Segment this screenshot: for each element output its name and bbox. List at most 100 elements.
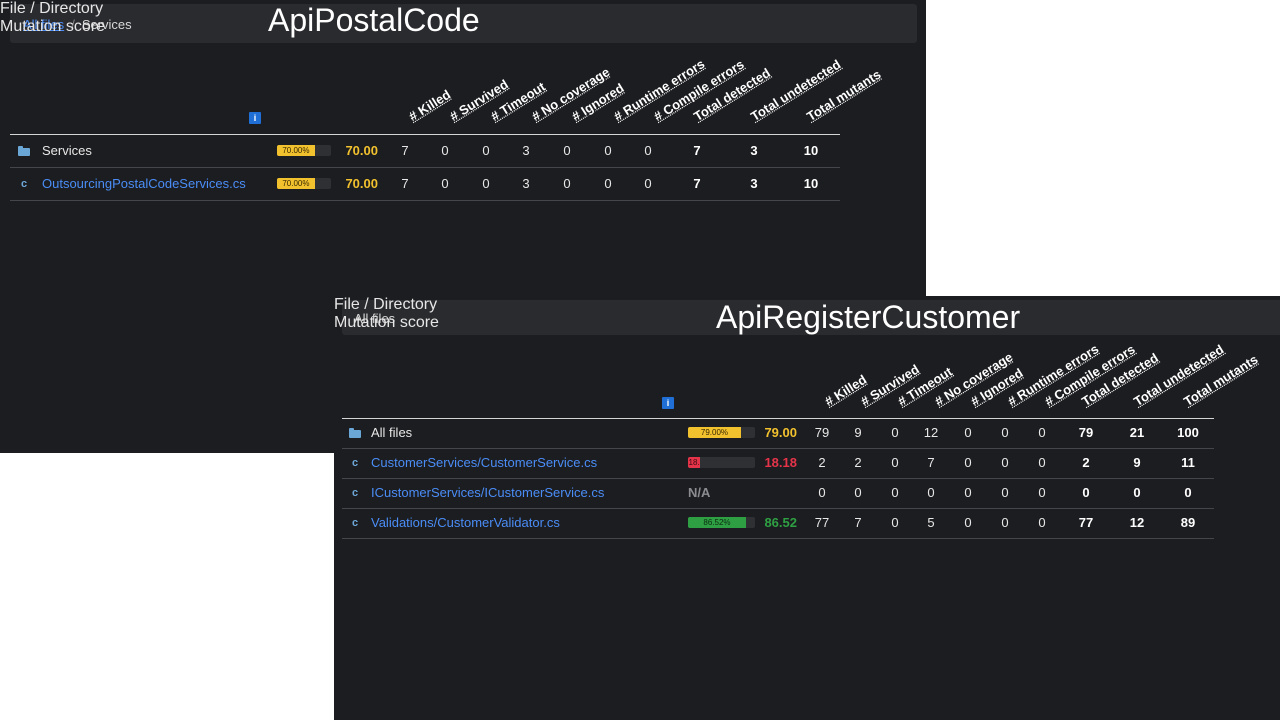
mutation-score-bar-fill: 79.00% xyxy=(688,427,741,438)
metric-cell: 7 xyxy=(401,143,409,158)
metric-cell: 3 xyxy=(522,176,530,191)
metric-cell: 0 xyxy=(604,176,612,191)
info-icon[interactable]: i xyxy=(662,397,674,409)
metric-cell: 0 xyxy=(964,485,972,500)
row-divider xyxy=(10,167,840,168)
mutation-score-bar-fill: 70.00% xyxy=(277,145,315,156)
mutation-score-bar: 18. xyxy=(688,457,755,468)
mutation-score-bar-fill: 70.00% xyxy=(277,178,315,189)
metric-cell: 0 xyxy=(891,515,899,530)
metric-cell: 0 xyxy=(854,485,862,500)
metric-cell: 0 xyxy=(1038,515,1046,530)
metric-cell: 0 xyxy=(1133,485,1141,500)
folder-icon xyxy=(18,146,30,156)
metric-cell: 3 xyxy=(750,143,758,158)
report-panel-api-register-customer: All files ApiRegisterCustomer File / Dir… xyxy=(334,296,1280,720)
column-header-file: File / Directory xyxy=(0,0,104,17)
header-divider xyxy=(10,134,840,135)
metric-cell: 0 xyxy=(1038,455,1046,470)
metric-cell: 0 xyxy=(1001,425,1009,440)
metric-cell: 0 xyxy=(964,455,972,470)
panel-title: ApiRegisterCustomer xyxy=(716,299,1021,335)
metric-cell: 7 xyxy=(693,143,701,158)
metric-cell: 0 xyxy=(818,485,826,500)
metric-cell: 10 xyxy=(803,143,819,158)
metric-cell: 0 xyxy=(482,143,490,158)
metric-cell: 9 xyxy=(1133,455,1141,470)
csharp-file-icon: c xyxy=(352,517,359,529)
metric-cell: 10 xyxy=(803,176,819,191)
column-header-file: File / Directory xyxy=(334,296,438,313)
metric-cell: 0 xyxy=(1001,515,1009,530)
directory-link[interactable]: Services xyxy=(42,143,92,158)
panel-title: ApiPostalCode xyxy=(268,2,480,38)
metric-cell: 12 xyxy=(923,425,939,440)
metric-cell: 0 xyxy=(563,176,571,191)
file-link[interactable]: OutsourcingPostalCodeServices.cs xyxy=(42,176,246,191)
metric-cell: 77 xyxy=(1078,515,1094,530)
csharp-file-icon: c xyxy=(352,457,359,469)
metric-cell: 0 xyxy=(441,143,449,158)
file-link[interactable]: Validations/CustomerValidator.cs xyxy=(371,515,560,530)
metric-cell: 0 xyxy=(1001,485,1009,500)
column-header-mutation-score[interactable]: Mutation score xyxy=(334,314,439,332)
metric-cell: 0 xyxy=(604,143,612,158)
metric-cell: 0 xyxy=(891,485,899,500)
metric-cell: 2 xyxy=(1082,455,1090,470)
metric-cell: 77 xyxy=(814,515,830,530)
row-divider xyxy=(342,538,1214,539)
info-icon[interactable]: i xyxy=(249,112,261,124)
metric-cell: 0 xyxy=(964,425,972,440)
metric-cell: 79 xyxy=(1078,425,1094,440)
file-link[interactable]: CustomerServices/CustomerService.cs xyxy=(371,455,597,470)
metric-cell: 0 xyxy=(1082,485,1090,500)
metric-cell: 11 xyxy=(1181,455,1195,470)
metric-cell: 0 xyxy=(1001,455,1009,470)
mutation-score-bar: 86.52% xyxy=(688,517,755,528)
metrics-table: File / Directory i Mutation score # Killed #… xyxy=(0,0,883,201)
metric-cell: 0 xyxy=(964,515,972,530)
file-link[interactable]: ICustomerServices/ICustomerService.cs xyxy=(371,485,604,500)
metric-cell: 100 xyxy=(1177,425,1199,440)
mutation-score-value: 79.00 xyxy=(764,425,797,440)
metrics-table: File / Directory i Mutation score # Killed #… xyxy=(334,296,1260,539)
metric-cell: 0 xyxy=(563,143,571,158)
metric-cell: 0 xyxy=(891,425,899,440)
metric-cell: 0 xyxy=(482,176,490,191)
table-row xyxy=(0,136,840,166)
mutation-score-bar: 70.00% xyxy=(277,145,331,156)
metric-cell: 0 xyxy=(1184,485,1192,500)
mutation-score-bar-fill: 18. xyxy=(688,457,701,468)
mutation-score-value: 70.00 xyxy=(345,176,378,191)
csharp-file-icon: c xyxy=(21,178,28,190)
metric-cell: 0 xyxy=(927,485,935,500)
metric-cell: 5 xyxy=(927,515,935,530)
metric-cell: 7 xyxy=(693,176,701,191)
directory-link[interactable]: All files xyxy=(371,425,412,440)
metric-cell: 0 xyxy=(1038,485,1046,500)
mutation-score-value: N/A xyxy=(688,485,711,500)
metric-cell: 3 xyxy=(522,143,530,158)
mutation-score-value: 18.18 xyxy=(764,455,797,470)
mutation-score-value: 70.00 xyxy=(345,143,378,158)
row-divider xyxy=(10,200,840,201)
column-header-metric[interactable]: # Killed xyxy=(406,87,453,124)
metric-cell: 21 xyxy=(1129,425,1145,440)
metric-cell: 0 xyxy=(644,176,652,191)
metric-cell: 0 xyxy=(891,455,899,470)
csharp-file-icon: c xyxy=(352,487,359,499)
mutation-score-value: 86.52 xyxy=(764,515,797,530)
metric-cell: 9 xyxy=(854,425,862,440)
metric-cell: 0 xyxy=(644,143,652,158)
mutation-score-bar-fill: 86.52% xyxy=(688,517,746,528)
metric-cell: 3 xyxy=(750,176,758,191)
mutation-score-bar: 70.00% xyxy=(277,178,331,189)
metric-cell: 12 xyxy=(1129,515,1145,530)
metric-cell: 7 xyxy=(854,515,862,530)
metric-cell: 2 xyxy=(854,455,862,470)
metric-cell: 79 xyxy=(814,425,830,440)
metric-cell: 89 xyxy=(1180,515,1196,530)
column-header-mutation-score[interactable]: Mutation score xyxy=(0,18,105,36)
mutation-score-bar: 79.00% xyxy=(688,427,755,438)
metric-cell: 0 xyxy=(441,176,449,191)
